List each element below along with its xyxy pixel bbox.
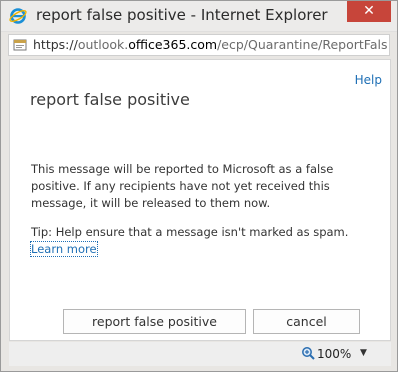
internet-explorer-icon	[9, 8, 27, 24]
page-title: report false positive	[30, 90, 190, 109]
window-title: report false positive - Internet Explore…	[36, 6, 328, 24]
address-bar[interactable]: https://outlook.office365.com/ecp/Quaran…	[8, 34, 390, 56]
dialog-content: Help report false positive This message …	[9, 59, 391, 341]
url-domain: office365.com	[128, 37, 218, 52]
cancel-button[interactable]: cancel	[253, 309, 360, 334]
url-subdomain: outlook.	[77, 37, 129, 52]
close-button[interactable]: ✕	[347, 1, 391, 22]
url-text[interactable]: https://outlook.office365.com/ecp/Quaran…	[33, 37, 387, 52]
url-path: /ecp/Quarantine/ReportFalsePosi	[217, 37, 387, 52]
zoom-icon[interactable]	[301, 346, 315, 360]
message-text: This message will be reported to Microso…	[31, 162, 334, 210]
report-false-positive-button[interactable]: report false positive	[63, 309, 246, 334]
learn-more-link[interactable]: Learn more	[30, 241, 98, 257]
close-icon: ✕	[363, 3, 375, 19]
zoom-level[interactable]: 100%	[317, 347, 351, 361]
status-bar: 100% ▼	[9, 342, 391, 366]
url-scheme: https://	[33, 37, 78, 52]
title-bar: report false positive - Internet Explore…	[1, 1, 397, 32]
tip-label: Tip: Help ensure that a message isn't ma…	[31, 225, 349, 239]
chevron-down-icon[interactable]: ▼	[360, 348, 367, 358]
help-link[interactable]: Help	[355, 73, 382, 87]
page-icon	[13, 39, 27, 51]
browser-window: report false positive - Internet Explore…	[0, 0, 398, 372]
tip-text: Tip: Help ensure that a message isn't ma…	[30, 224, 376, 258]
